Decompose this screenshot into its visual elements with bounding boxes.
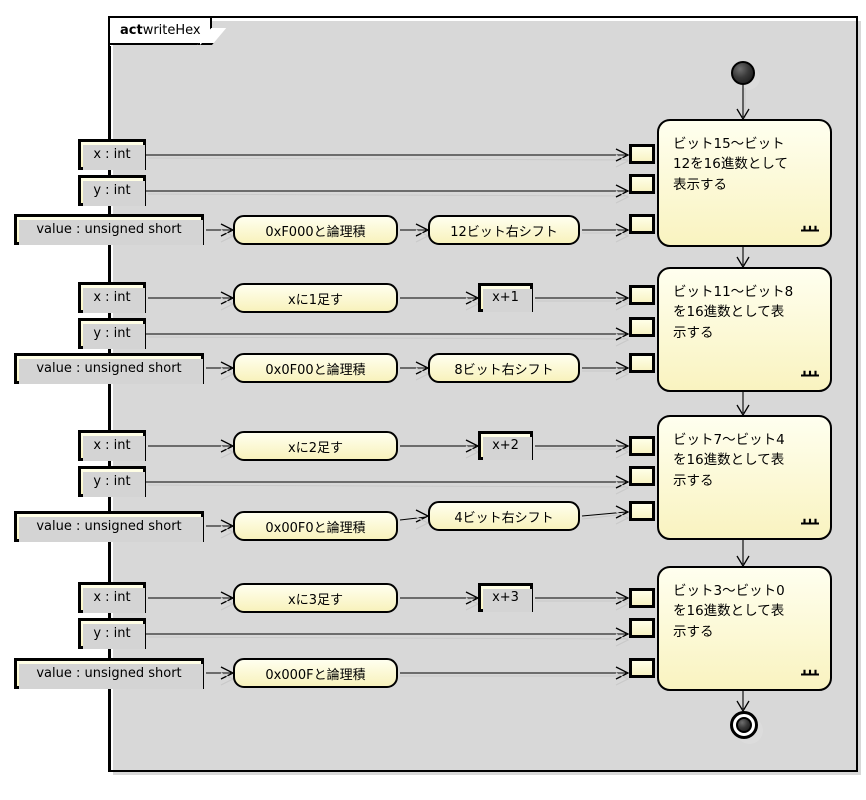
object-node-y[interactable]: y : int	[78, 175, 146, 206]
input-pin-x[interactable]	[629, 588, 655, 608]
call-activity-line: 12を16進数として	[673, 156, 788, 173]
action-node-shift[interactable]: 4ビット右シフト	[428, 501, 580, 531]
object-node-value[interactable]: value : unsigned short	[14, 658, 204, 689]
action-node-increment[interactable]: xに2足す	[233, 431, 398, 461]
call-activity-1[interactable]: ビット15〜ビット 12を16進数として 表示する	[657, 119, 832, 247]
rake-icon	[801, 518, 819, 525]
object-node-label: y : int	[93, 474, 131, 489]
input-pin-y[interactable]	[629, 466, 655, 486]
object-node-increment-result[interactable]: x+1	[478, 283, 533, 312]
rake-icon	[801, 225, 819, 232]
final-node-inner	[736, 717, 752, 733]
object-node-increment-result[interactable]: x+3	[478, 583, 533, 612]
rake-icon	[801, 370, 819, 377]
input-pin-x[interactable]	[629, 436, 655, 456]
object-node-x[interactable]: x : int	[78, 139, 146, 170]
call-activity-3[interactable]: ビット7〜ビット4 を16進数として表 示する	[657, 415, 832, 540]
object-node-label: y : int	[93, 183, 131, 198]
object-node-label: y : int	[93, 626, 131, 641]
object-node-label: value : unsigned short	[36, 666, 182, 681]
activity-diagram-canvas: actwriteHex x : int y : int value : unsi…	[0, 0, 866, 800]
action-node-label: 8ビット右シフト	[454, 362, 554, 378]
call-activity-line: を16進数として表	[673, 452, 785, 469]
action-node-label: 0x0F00と論理積	[265, 362, 366, 378]
object-node-x[interactable]: x : int	[78, 430, 146, 461]
action-node-label: xに3足す	[288, 592, 343, 608]
object-node-increment-result[interactable]: x+2	[478, 431, 533, 460]
object-node-label: value : unsigned short	[36, 222, 182, 237]
input-pin-y[interactable]	[629, 317, 655, 337]
action-node-label: xに2足す	[288, 440, 343, 456]
object-node-value[interactable]: value : unsigned short	[14, 511, 204, 542]
object-node-label: value : unsigned short	[36, 361, 182, 376]
action-node-label: 4ビット右シフト	[454, 510, 554, 526]
object-node-label: x+2	[492, 438, 519, 453]
call-activity-line: 示する	[673, 472, 714, 489]
input-pin-value[interactable]	[629, 658, 655, 678]
initial-node	[731, 61, 755, 85]
action-node-label: 0x00F0と論理積	[265, 520, 366, 536]
call-activity-line: 表示する	[673, 176, 727, 193]
frame-keyword: act	[120, 23, 143, 38]
object-node-y[interactable]: y : int	[78, 618, 146, 649]
object-node-x[interactable]: x : int	[78, 582, 146, 613]
action-node-and[interactable]: 0x0F00と論理積	[233, 353, 398, 383]
object-node-value[interactable]: value : unsigned short	[14, 214, 204, 245]
object-node-label: y : int	[93, 326, 131, 341]
object-node-value[interactable]: value : unsigned short	[14, 353, 204, 384]
action-node-label: xに1足す	[288, 292, 343, 308]
input-pin-value[interactable]	[629, 353, 655, 373]
action-node-shift[interactable]: 12ビット右シフト	[428, 215, 580, 245]
call-activity-line: 示する	[673, 324, 714, 341]
input-pin-y[interactable]	[629, 174, 655, 194]
action-node-increment[interactable]: xに3足す	[233, 583, 398, 613]
action-node-and[interactable]: 0x000Fと論理積	[233, 658, 398, 688]
input-pin-y[interactable]	[629, 618, 655, 638]
call-activity-line: ビット15〜ビット	[673, 136, 785, 152]
action-node-and[interactable]: 0xF000と論理積	[233, 215, 398, 245]
object-node-y[interactable]: y : int	[78, 466, 146, 497]
call-activity-line: を16進数として表	[673, 603, 785, 620]
action-node-label: 0xF000と論理積	[265, 224, 366, 240]
object-node-y[interactable]: y : int	[78, 318, 146, 349]
action-node-and[interactable]: 0x00F0と論理積	[233, 511, 398, 541]
frame-title: actwriteHex	[110, 18, 226, 45]
object-node-label: x : int	[93, 147, 131, 162]
input-pin-value[interactable]	[629, 214, 655, 234]
call-activity-line: を16進数として表	[673, 304, 785, 321]
object-node-x[interactable]: x : int	[78, 282, 146, 313]
object-node-label: value : unsigned short	[36, 519, 182, 534]
call-activity-line: 示する	[673, 623, 714, 640]
action-node-increment[interactable]: xに1足す	[233, 283, 398, 313]
call-activity-2[interactable]: ビット11〜ビット8 を16進数として表 示する	[657, 267, 832, 392]
action-node-label: 12ビット右シフト	[450, 224, 558, 240]
call-activity-line: ビット11〜ビット8	[673, 284, 794, 300]
object-node-label: x : int	[93, 590, 131, 605]
frame-name: writeHex	[142, 23, 201, 38]
object-node-label: x : int	[93, 438, 131, 453]
object-node-label: x+1	[492, 290, 519, 305]
final-node	[730, 711, 758, 739]
action-node-shift[interactable]: 8ビット右シフト	[428, 353, 580, 383]
call-activity-line: ビット3〜ビット0	[673, 583, 785, 599]
call-activity-line: ビット7〜ビット4	[673, 432, 785, 448]
input-pin-x[interactable]	[629, 285, 655, 305]
input-pin-x[interactable]	[629, 144, 655, 164]
action-node-label: 0x000Fと論理積	[265, 667, 366, 683]
input-pin-value[interactable]	[629, 501, 655, 521]
object-node-label: x+3	[492, 590, 519, 605]
call-activity-4[interactable]: ビット3〜ビット0 を16進数として表 示する	[657, 566, 832, 691]
object-node-label: x : int	[93, 290, 131, 305]
rake-icon	[801, 669, 819, 676]
